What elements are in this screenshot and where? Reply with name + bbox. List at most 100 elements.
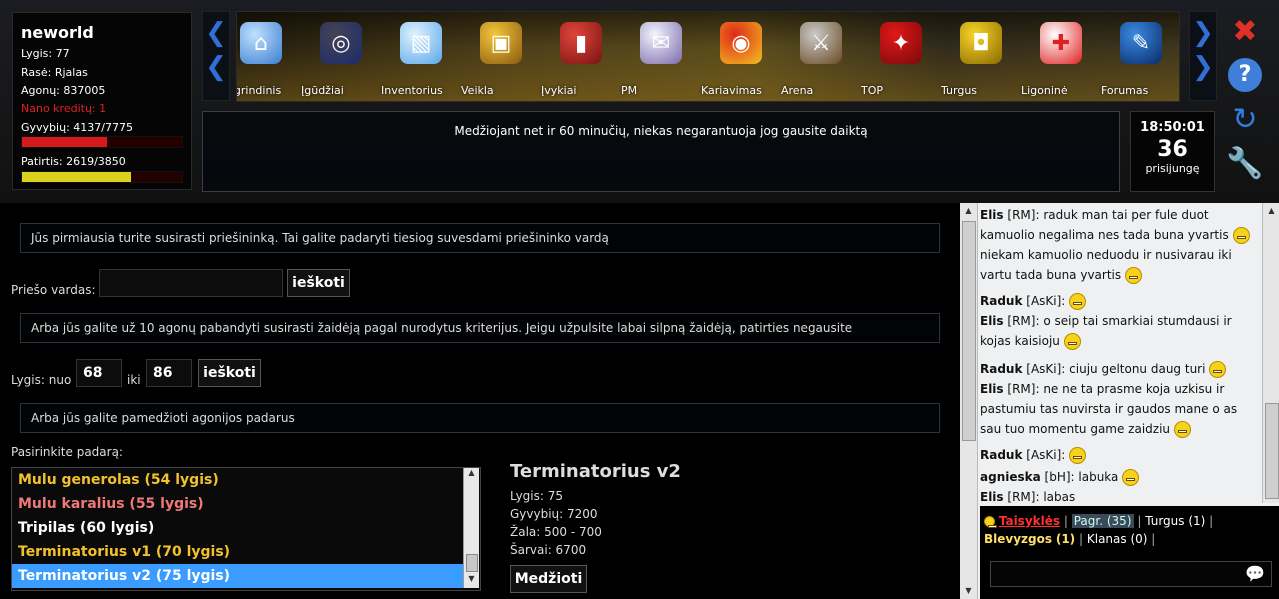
scroll-thumb[interactable] <box>466 554 478 572</box>
creature-damage: Žala: 500 - 700 <box>510 525 602 539</box>
tab-separator: | <box>1151 532 1156 546</box>
scroll-thumb[interactable] <box>1265 403 1279 499</box>
chat-message: Elis [RM]: raduk man tai per fule duot k… <box>980 205 1262 285</box>
level-to-input[interactable] <box>146 359 192 387</box>
nav-item-pagrindinis[interactable]: ⌂ Pagrindinis <box>237 22 301 97</box>
scroll-up-icon[interactable]: ▲ <box>464 468 479 482</box>
award-ribbon-icon: ✦ <box>880 22 922 64</box>
search-by-level-button[interactable]: ieškoti <box>198 359 261 387</box>
nav-item-top[interactable]: ✦ TOP <box>861 22 941 97</box>
tab-separator: | <box>1079 532 1084 546</box>
chat-scrollbar[interactable]: ▲ <box>1262 203 1279 503</box>
scroll-up-icon[interactable]: ▲ <box>1263 203 1279 219</box>
hunt-button[interactable]: Medžioti <box>510 565 587 593</box>
smiley-picker-icon[interactable] <box>984 516 997 528</box>
chat-message: agnieska [bH]: labuka <box>980 467 1262 487</box>
nav-item-forumas[interactable]: ✎ Forumas <box>1101 22 1179 97</box>
grin-smiley-icon <box>1232 227 1250 244</box>
chat-user-tag: [AsKi]: <box>1022 362 1070 376</box>
grin-smiley-icon <box>1063 333 1081 350</box>
creature-list-scrollbar[interactable]: ▲ ▼ <box>463 468 479 588</box>
tab-spam-channel[interactable]: Blevyzgos <box>984 532 1052 546</box>
chat-user[interactable]: Elis <box>980 208 1004 222</box>
player-level: Lygis: 77 <box>21 47 70 60</box>
nav-item-label: Turgus <box>941 84 978 97</box>
tab-market-channel[interactable]: Turgus (1) <box>1145 514 1205 528</box>
player-hp: Gyvybių: 4137/7775 <box>21 121 133 134</box>
chat-user[interactable]: Elis <box>980 382 1004 396</box>
nav-item-įvykiai[interactable]: ▮ Įvykiai <box>541 22 621 97</box>
player-name[interactable]: neworld <box>21 23 94 42</box>
chevron-right-icon: ❯ <box>1192 52 1214 82</box>
chat-user[interactable]: Elis <box>980 490 1004 504</box>
nav-item-įgūdžiai[interactable]: ◎ Įgūdžiai <box>301 22 381 97</box>
nav-item-kariavimas[interactable]: ◉ Kariavimas <box>701 22 781 97</box>
speech-bubble-icon[interactable]: 💬 <box>1245 564 1265 583</box>
box-icon: ▧ <box>400 22 442 64</box>
chat-text: niekam kamuolio neduodu ir nusivarau iki… <box>980 248 1232 282</box>
main-navigation: ⌂ Pagrindinis ◎ Įgūdžiai ▧ Inventorius ▣ Veikla… <box>236 11 1180 102</box>
grin-smiley-icon <box>1173 421 1191 438</box>
chat-rules-link[interactable]: Taisyklės <box>999 514 1060 528</box>
chat-text: labas <box>1043 490 1076 504</box>
level-from-input[interactable] <box>76 359 122 387</box>
news-text: Medžiojant net ir 60 minučių, niekas neg… <box>454 124 868 138</box>
creature-option-4[interactable]: Terminatorius v2 (75 lygis) <box>12 564 464 588</box>
chat-message: Raduk [AsKi]: <box>980 445 1262 465</box>
search-enemy-button[interactable]: ieškoti <box>287 269 350 297</box>
wrench-icon[interactable]: 🔧 <box>1225 143 1265 183</box>
chat-user[interactable]: agnieska <box>980 470 1041 484</box>
nav-item-ligoninė[interactable]: ✚ Ligoninė <box>1021 22 1101 97</box>
tab-main-channel[interactable]: Pagr. (35) <box>1071 514 1134 528</box>
nav-item-label: Pagrindinis <box>237 84 282 97</box>
player-xp: Patirtis: 2619/3850 <box>21 155 126 168</box>
medical-cross-icon: ✚ <box>1040 22 1082 64</box>
chat-user[interactable]: Raduk <box>980 362 1022 376</box>
chat-message-input[interactable]: 💬 <box>990 561 1272 587</box>
logout-icon[interactable]: ✖ <box>1225 11 1265 51</box>
online-count[interactable]: 36 <box>1131 137 1214 162</box>
chat-user-tag: [RM]: <box>1003 314 1044 328</box>
chat-user-tag: [RM]: <box>1003 208 1044 222</box>
chat-user-tag: [AsKi]: <box>1022 448 1070 462</box>
scroll-up-icon[interactable]: ▲ <box>960 203 977 219</box>
help-icon[interactable]: ? <box>1225 55 1265 95</box>
nav-item-arena[interactable]: ⚔ Arena <box>781 22 861 97</box>
creature-option-1[interactable]: Mulu karalius (55 lygis) <box>12 492 464 516</box>
creature-select-list[interactable]: Mulu generolas (54 lygis) Mulu karalius … <box>11 467 481 591</box>
grin-smiley-icon <box>1124 267 1142 284</box>
tab-clan-channel[interactable]: Klanas (0) <box>1087 532 1148 546</box>
treasure-chest-icon: ▣ <box>480 22 522 64</box>
creature-option-3[interactable]: Terminatorius v1 (70 lygis) <box>12 540 464 564</box>
nav-item-turgus[interactable]: ◘ Turgus <box>941 22 1021 97</box>
player-nano-credits[interactable]: Nano kreditų: 1 <box>21 102 106 115</box>
chat-user[interactable]: Raduk <box>980 294 1022 308</box>
nav-item-pm[interactable]: ✉ PM <box>621 22 701 97</box>
tab-spam-count: (1) <box>1055 532 1076 546</box>
chat-user[interactable]: Raduk <box>980 448 1022 462</box>
enemy-name-input[interactable] <box>99 269 283 297</box>
creature-option-2[interactable]: Tripilas (60 lygis) <box>12 516 464 540</box>
nav-item-label: Įvykiai <box>541 84 577 97</box>
header-actions: ✖ ? ↻ 🔧 <box>1225 11 1269 191</box>
nav-scroll-right-button[interactable]: ❯ ❯ <box>1189 11 1217 101</box>
info-box-criteria-search: Arba jūs galite už 10 agonų pabandyti su… <box>20 313 940 343</box>
chat-user[interactable]: Elis <box>980 314 1004 328</box>
scroll-down-icon[interactable]: ▼ <box>960 583 977 599</box>
scroll-thumb[interactable] <box>962 221 976 441</box>
scroll-down-icon[interactable]: ▼ <box>464 574 479 588</box>
refresh-icon[interactable]: ↻ <box>1225 99 1265 139</box>
nav-item-inventorius[interactable]: ▧ Inventorius <box>381 22 461 97</box>
info-box-creature-hunt: Arba jūs galite pamedžioti agonijos pada… <box>20 403 940 433</box>
nav-item-veikla[interactable]: ▣ Veikla <box>461 22 541 97</box>
choose-creature-label: Pasirinkite padarą: <box>11 445 123 459</box>
nav-scroll-left-button[interactable]: ❮ ❮ <box>202 11 230 101</box>
page-scrollbar[interactable]: ▲ ▼ <box>960 203 978 599</box>
xp-bar <box>21 171 183 183</box>
chat-user-tag: [RM]: <box>1003 382 1044 396</box>
chat-text: labuka <box>1078 470 1119 484</box>
chat-channel-tabs: Taisyklės | Pagr. (35) | Turgus (1) | Bl… <box>980 506 1279 599</box>
book-icon: ▮ <box>560 22 602 64</box>
creature-option-0[interactable]: Mulu generolas (54 lygis) <box>12 468 464 492</box>
hp-bar <box>21 136 183 148</box>
